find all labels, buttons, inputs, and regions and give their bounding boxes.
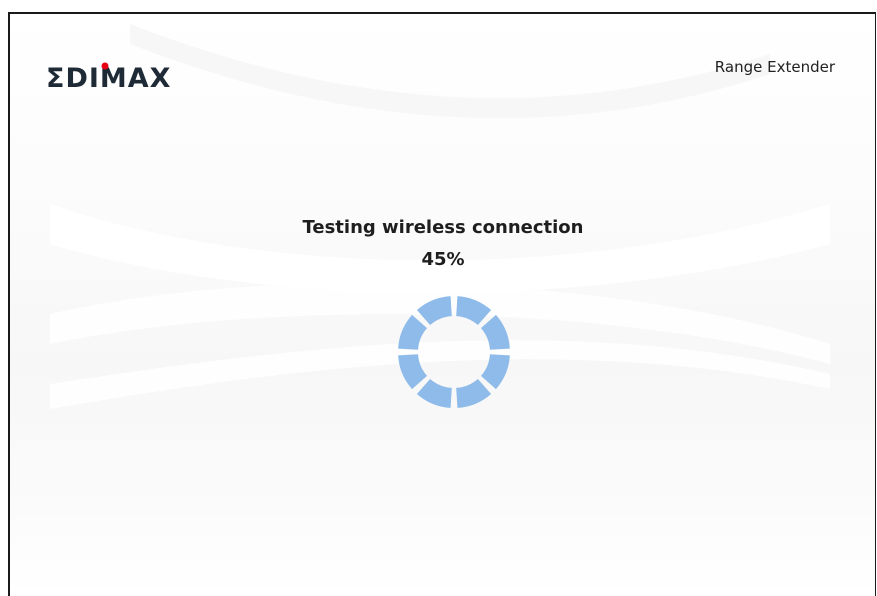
spinner-segment <box>480 354 510 390</box>
spinner-segment <box>398 314 428 350</box>
progress-percentage: 45% <box>421 249 465 270</box>
spinner-segment <box>456 296 492 326</box>
setup-page: ΣDIMAX Range Extender Testing wireless c… <box>8 12 876 596</box>
loading-spinner-icon <box>398 296 510 408</box>
edimax-logo: ΣDIMAX <box>46 62 171 90</box>
svg-text:ΣDIMAX: ΣDIMAX <box>46 63 171 90</box>
spinner-segment <box>456 378 492 408</box>
spinner-segment <box>416 378 452 408</box>
spinner-segment <box>398 354 428 390</box>
status-title: Testing wireless connection <box>302 217 584 238</box>
spinner-segment <box>480 314 510 350</box>
spinner-segment <box>416 296 452 326</box>
product-name: Range Extender <box>714 58 835 76</box>
